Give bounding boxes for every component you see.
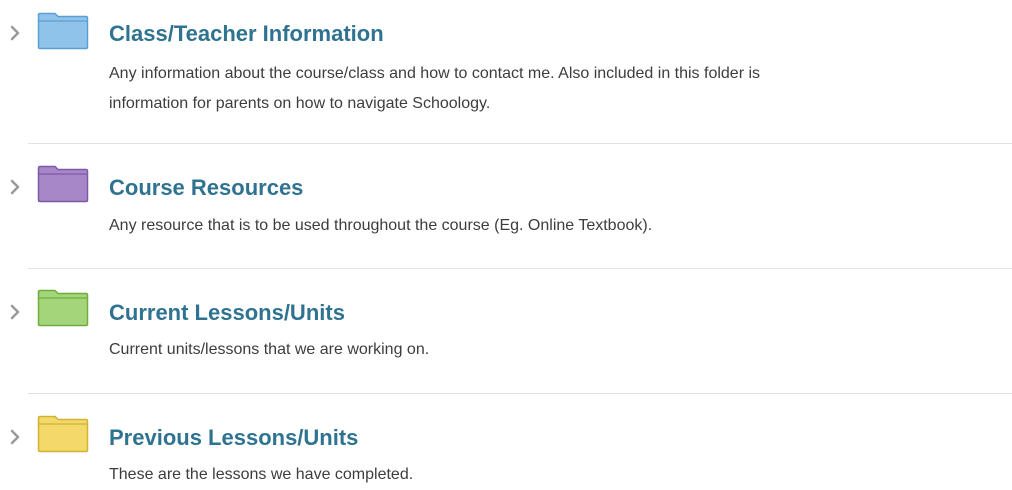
folder-icon[interactable] <box>37 415 89 453</box>
folder-title-link[interactable]: Class/Teacher Information <box>109 21 384 47</box>
folder-description: These are the lessons we have completed. <box>109 460 1009 490</box>
folder-description-line: Any information about the course/class a… <box>109 65 761 82</box>
folder-item-class-teacher-information: Class/Teacher Information Any informatio… <box>0 0 1012 144</box>
chevron-right-icon[interactable] <box>7 301 23 323</box>
folder-item-previous-lessons-units: Previous Lessons/Units These are the les… <box>0 394 1012 487</box>
folder-item-course-resources: Course Resources Any resource that is to… <box>0 144 1012 269</box>
chevron-right-icon[interactable] <box>7 426 23 448</box>
chevron-right-icon[interactable] <box>7 22 23 44</box>
folder-description: Any information about the course/class a… <box>109 59 1009 119</box>
folder-title-link[interactable]: Previous Lessons/Units <box>109 425 358 451</box>
folder-item-current-lessons-units: Current Lessons/Units Current units/less… <box>0 269 1012 394</box>
folder-list: Class/Teacher Information Any informatio… <box>0 0 1012 487</box>
folder-icon[interactable] <box>37 12 89 50</box>
folder-icon[interactable] <box>37 165 89 203</box>
chevron-right-icon[interactable] <box>7 176 23 198</box>
folder-description-line: information for parents on how to naviga… <box>109 95 491 112</box>
folder-description: Current units/lessons that we are workin… <box>109 335 1009 365</box>
folder-title-link[interactable]: Course Resources <box>109 175 303 201</box>
folder-description-line: Any resource that is to be used througho… <box>109 217 653 234</box>
folder-description-line: Current units/lessons that we are workin… <box>109 341 430 358</box>
folder-title-link[interactable]: Current Lessons/Units <box>109 300 345 326</box>
folder-icon[interactable] <box>37 289 89 327</box>
folder-description-line: These are the lessons we have completed. <box>109 466 414 483</box>
folder-description: Any resource that is to be used througho… <box>109 211 1009 241</box>
